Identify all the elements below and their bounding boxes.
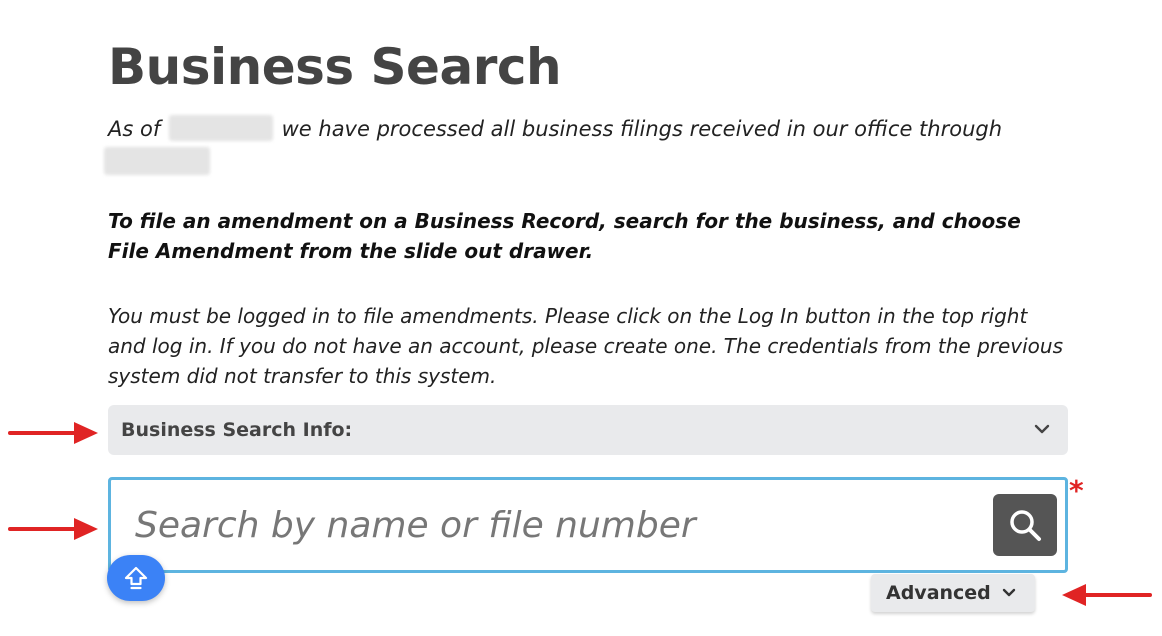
business-search-info-accordion[interactable]: Business Search Info:	[108, 405, 1068, 455]
scroll-to-top-button[interactable]	[107, 555, 165, 601]
annotation-arrow-left	[1062, 584, 1152, 606]
amendment-instructions: To file an amendment on a Business Recor…	[108, 209, 1021, 263]
business-search-page: Business Search As of we have processed …	[0, 0, 1162, 636]
arrow-up-icon	[124, 566, 148, 590]
annotation-arrow-right	[8, 422, 98, 444]
magnifier-icon	[1010, 510, 1041, 541]
required-indicator: *	[1069, 474, 1084, 507]
chevron-down-icon	[1002, 588, 1016, 597]
business-search-info-label: Business Search Info:	[121, 419, 353, 441]
redacted-date	[168, 115, 273, 141]
search-button[interactable]	[993, 494, 1057, 556]
redacted-date	[104, 147, 210, 175]
processing-prefix: As of	[108, 117, 161, 141]
annotation-arrow-right	[8, 518, 98, 540]
search-input[interactable]	[135, 498, 965, 552]
page-title: Business Search	[108, 38, 562, 96]
advanced-search-button[interactable]: Advanced	[871, 574, 1035, 612]
processing-middle: we have processed all business filings r…	[281, 117, 1003, 141]
processing-status: As of we have processed all business fil…	[104, 114, 1068, 176]
login-instructions: You must be logged in to file amendments…	[108, 304, 1064, 388]
chevron-down-icon	[1034, 424, 1050, 434]
search-box	[108, 477, 1068, 573]
advanced-label: Advanced	[886, 582, 991, 604]
